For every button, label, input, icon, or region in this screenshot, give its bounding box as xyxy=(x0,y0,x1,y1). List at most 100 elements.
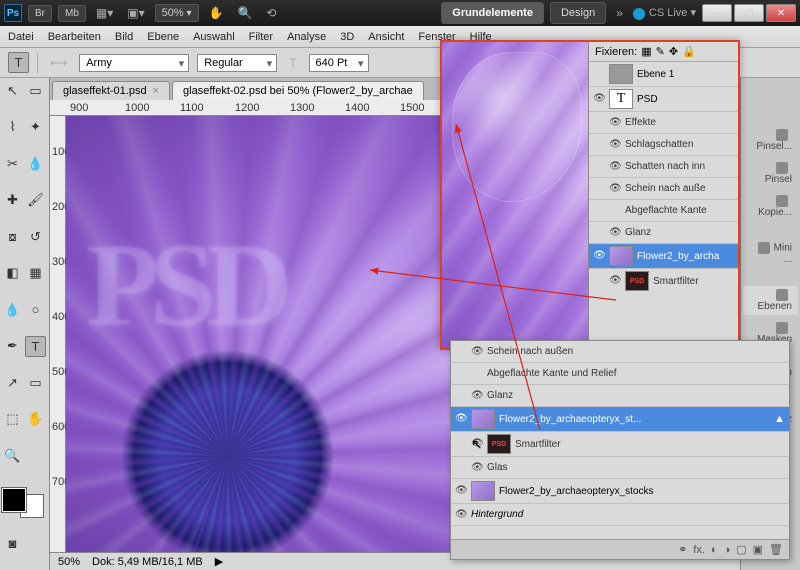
gradient-tool[interactable]: ▦ xyxy=(25,263,46,284)
photoshop-icon: Ps xyxy=(4,4,22,22)
layer-fx[interactable]: Abgeflachte Kante und Relief xyxy=(451,363,789,385)
layer-row-selected[interactable]: 👁Flower2_by_archaeopteryx_st...▲ xyxy=(451,407,789,432)
layer-fx[interactable]: 👁Glas xyxy=(451,457,789,479)
pen-tool[interactable]: ✒ xyxy=(2,336,23,357)
layer-row[interactable]: 👁Flower2_by_archaeopteryx_stocks xyxy=(451,479,789,504)
hand-tool[interactable]: ✋ xyxy=(25,409,46,430)
status-zoom[interactable]: 50% xyxy=(58,556,80,568)
layer-fx[interactable]: 👁Schein nach außen xyxy=(451,341,789,363)
layer-row[interactable]: 👁TPSD xyxy=(589,87,738,112)
zoom-tool[interactable]: 🔍 xyxy=(2,445,23,466)
eye-icon[interactable]: 👁 xyxy=(593,93,605,105)
minimize-button[interactable]: — xyxy=(702,4,732,22)
tab-glaseffekt-02[interactable]: glaseffekt-02.psd bei 50% (Flower2_by_ar… xyxy=(172,81,424,100)
menu-filter[interactable]: Filter xyxy=(249,31,273,43)
toolbox: ↖ ▭ ⌇ ✦ ✂ 💧 ✚ 🖌 ⧇ ↺ ◧ ▦ 💧 ○ ✒ T ↗ ▭ ⬚ ✋ … xyxy=(0,78,50,570)
menu-3d[interactable]: 3D xyxy=(340,31,354,43)
adjust-icon[interactable]: ◑ xyxy=(724,544,731,556)
text-orientation-icon[interactable]: ⟷ xyxy=(46,54,71,72)
wand-tool[interactable]: ✦ xyxy=(25,117,46,138)
layer-fx[interactable]: 👁Effekte xyxy=(589,112,738,134)
layer-row[interactable]: Ebene 1 xyxy=(589,62,738,87)
fx-icon[interactable]: fx. xyxy=(693,544,705,556)
layer-row-selected[interactable]: 👁Flower2_by_archa xyxy=(589,244,738,269)
mask-icon[interactable]: ◐ xyxy=(711,544,718,556)
lock-move-icon[interactable]: ✥ xyxy=(669,45,678,58)
lock-all-icon[interactable]: 🔒 xyxy=(682,45,696,58)
bridge-button[interactable]: Br xyxy=(28,5,52,22)
menu-analyse[interactable]: Analyse xyxy=(287,31,326,43)
quickmask-tool[interactable]: ◙ xyxy=(2,533,23,554)
dock-ebenen[interactable]: Ebenen xyxy=(743,286,798,315)
crop-tool[interactable]: ✂ xyxy=(2,153,23,174)
font-style-select[interactable]: Regular xyxy=(197,54,277,72)
workspace-more-icon[interactable]: » xyxy=(612,4,627,22)
type-tool[interactable]: T xyxy=(25,336,46,357)
layer-fx[interactable]: 👁Glanz xyxy=(589,222,738,244)
eyedropper-tool[interactable]: 💧 xyxy=(25,153,46,174)
workspace-design[interactable]: Design xyxy=(550,2,606,24)
dock-pinsel[interactable]: Pinsel xyxy=(743,159,798,188)
zoom-level[interactable]: 50% ▾ xyxy=(155,4,199,22)
lasso-tool[interactable]: ⌇ xyxy=(2,117,23,138)
layer-fx[interactable]: 👁Glanz xyxy=(451,385,789,407)
layer-fx[interactable]: 👁Schein nach auße xyxy=(589,178,738,200)
close-tab-icon[interactable]: × xyxy=(153,85,159,97)
shape-tool[interactable]: ▭ xyxy=(25,372,46,393)
rotate-icon[interactable]: ⟲ xyxy=(262,4,280,22)
stamp-tool[interactable]: ⧇ xyxy=(2,226,23,247)
minibridge-button[interactable]: Mb xyxy=(58,5,86,22)
folder-icon[interactable]: ▢ xyxy=(736,543,746,556)
zoom-icon[interactable]: 🔍 xyxy=(233,4,256,22)
layer-smartfilter[interactable]: 👁PSD↖Smartfilter xyxy=(451,432,789,457)
trash-icon[interactable]: 🗑 xyxy=(769,543,783,556)
zoom-highlight-box: Fixieren: ▦ ✎ ✥ 🔒 Ebene 1 👁TPSD 👁Effekte… xyxy=(440,40,740,350)
blur-tool[interactable]: 💧 xyxy=(2,299,23,320)
menu-bearbeiten[interactable]: Bearbeiten xyxy=(48,31,101,43)
titlebar: Ps Br Mb ▦▾ ▣▾ 50% ▾ ✋ 🔍 ⟲ Grundelemente… xyxy=(0,0,800,26)
menu-auswahl[interactable]: Auswahl xyxy=(193,31,235,43)
dock-kopie[interactable]: Kopie... xyxy=(743,192,798,221)
dock-mini[interactable]: Mini ... xyxy=(743,239,798,268)
layer-row[interactable]: 👁Hintergrund xyxy=(451,504,789,526)
layers-footer: ⚭ fx. ◐ ◑ ▢ ▣ 🗑 xyxy=(451,539,789,559)
arrange-icon[interactable]: ▦▾ xyxy=(92,4,117,22)
history-brush-tool[interactable]: ↺ xyxy=(25,226,46,247)
close-button[interactable]: ✕ xyxy=(766,4,796,22)
workspace-grundelemente[interactable]: Grundelemente xyxy=(441,2,544,24)
status-arrow-icon[interactable]: ▶ xyxy=(215,555,223,568)
link-icon[interactable]: ⚭ xyxy=(678,543,687,556)
lock-options: Fixieren: ▦ ✎ ✥ 🔒 xyxy=(589,42,738,62)
3d-tool[interactable]: ⬚ xyxy=(2,409,23,430)
brush-tool[interactable]: 🖌 xyxy=(25,190,46,211)
color-swatches[interactable] xyxy=(2,488,44,518)
layer-fx[interactable]: 👁Schatten nach inn xyxy=(589,156,738,178)
tab-glaseffekt-01[interactable]: glaseffekt-01.psd× xyxy=(52,81,170,100)
menu-ebene[interactable]: Ebene xyxy=(147,31,179,43)
font-size-select[interactable]: 640 Pt xyxy=(309,54,369,72)
layer-fx[interactable]: 👁Schlagschatten xyxy=(589,134,738,156)
dock-pinsel-vor[interactable]: Pinsel... xyxy=(743,126,798,155)
ruler-vertical: 100200300400500600700 xyxy=(50,116,66,552)
type-tool-icon[interactable]: T xyxy=(8,52,29,73)
path-tool[interactable]: ↗ xyxy=(2,372,23,393)
maximize-button[interactable]: ▢ xyxy=(734,4,764,22)
menu-bild[interactable]: Bild xyxy=(115,31,133,43)
menu-datei[interactable]: Datei xyxy=(8,31,34,43)
lock-brush-icon[interactable]: ✎ xyxy=(656,45,665,58)
marquee-tool[interactable]: ▭ xyxy=(25,80,46,101)
move-tool[interactable]: ↖ xyxy=(2,80,23,101)
layer-fx[interactable]: Abgeflachte Kante xyxy=(589,200,738,222)
heal-tool[interactable]: ✚ xyxy=(2,190,23,211)
new-layer-icon[interactable]: ▣ xyxy=(753,543,763,556)
font-family-select[interactable]: Army xyxy=(79,54,189,72)
lock-pixels-icon[interactable]: ▦ xyxy=(641,45,651,58)
menu-ansicht[interactable]: Ansicht xyxy=(368,31,404,43)
cs-live-button[interactable]: CS Live ▾ xyxy=(633,6,696,19)
dodge-tool[interactable]: ○ xyxy=(25,299,46,320)
status-doc: Dok: 5,49 MB/16,1 MB xyxy=(92,556,203,568)
screen-mode-icon[interactable]: ▣▾ xyxy=(123,4,148,22)
hand-icon[interactable]: ✋ xyxy=(205,4,228,22)
eraser-tool[interactable]: ◧ xyxy=(2,263,23,284)
layer-smartfilter[interactable]: 👁PSDSmartfilter xyxy=(589,269,738,292)
